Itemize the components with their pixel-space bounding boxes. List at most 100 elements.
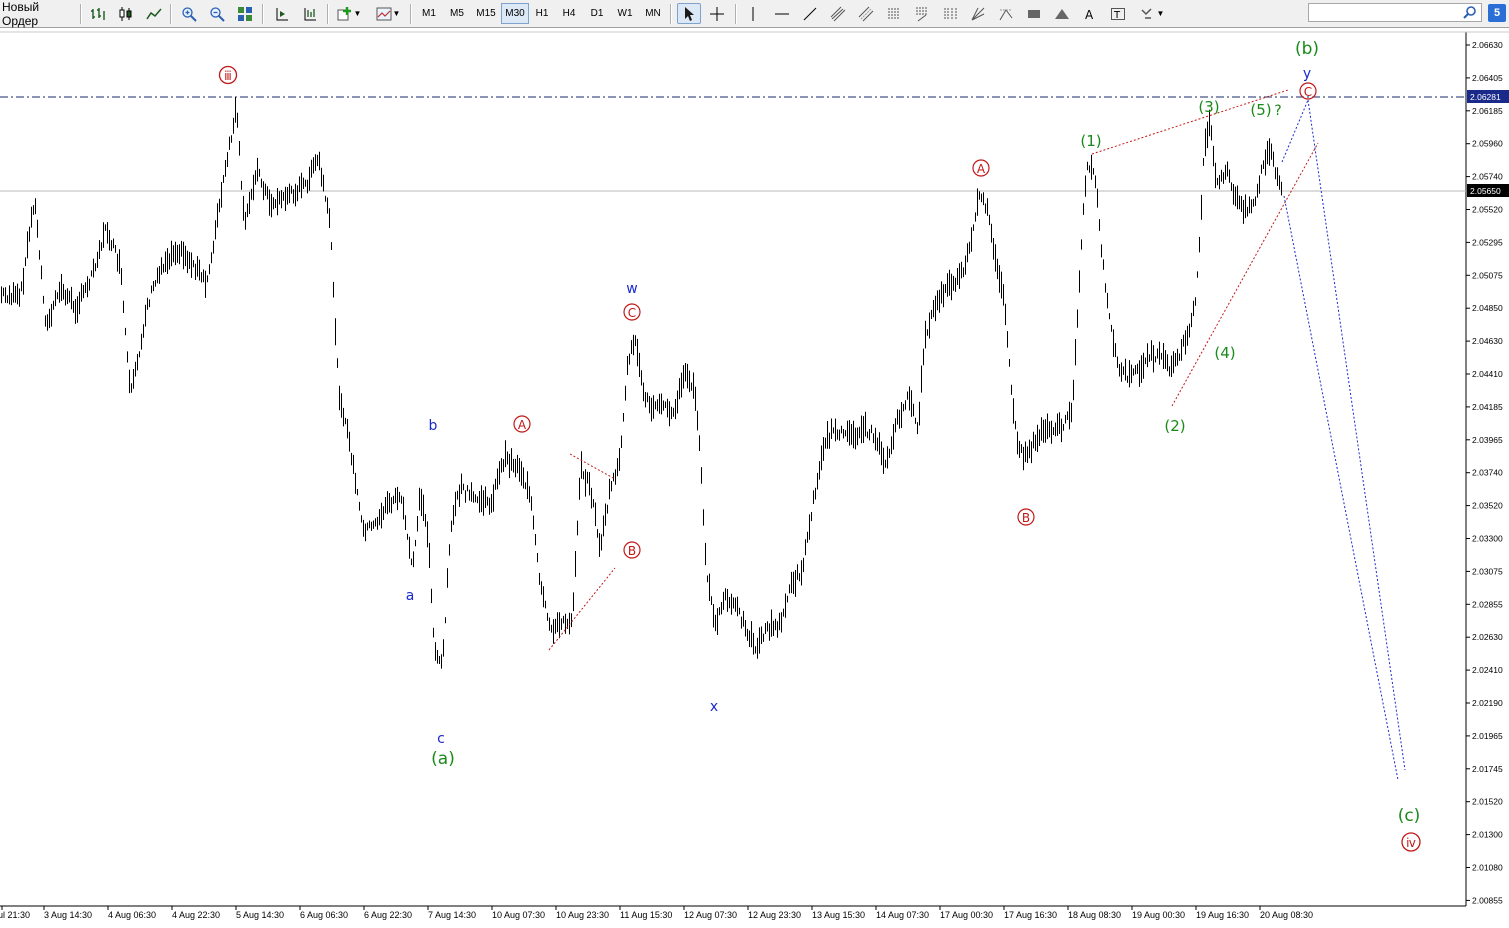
timeframe-h1[interactable]: H1 [529,3,555,24]
fibonacci-retracement-button[interactable] [882,3,906,24]
timeframe-m15[interactable]: M15 [472,3,500,24]
chart-shift-button[interactable] [270,3,294,24]
svg-text:T: T [1113,10,1121,21]
wave-label-c-small[interactable]: c [437,731,445,747]
wave-label-question[interactable]: ? [1274,103,1281,119]
triangle-button[interactable] [1050,3,1074,24]
std-deviation-channel-button[interactable] [854,3,878,24]
wave-label-C2[interactable]: C [1304,85,1312,99]
search-icon[interactable] [1462,5,1478,21]
trendline-button[interactable] [798,3,822,24]
fibonacci-retracement-icon [888,8,900,18]
price-tick-label: 2.05520 [1472,205,1503,215]
wave-label-b-paren[interactable]: (b) [1295,39,1319,59]
text-icon: A [1085,8,1094,22]
price-tick-label: 2.02190 [1472,698,1503,708]
wave-label-4[interactable]: (4) [1214,344,1235,362]
time-tick-label: 19 Aug 00:30 [1132,910,1185,920]
timeframe-w1[interactable]: W1 [612,3,638,24]
fibonacci-timezones-button[interactable] [938,3,962,24]
indicators-button[interactable]: ▼ [334,3,364,24]
timeframe-m5[interactable]: M5 [444,3,470,24]
wave-label-w[interactable]: w [626,281,637,297]
horizontal-line-button[interactable] [770,3,794,24]
text-label-icon: T [1111,7,1125,21]
price-tick-label: 2.03075 [1472,566,1503,576]
arrows-button[interactable]: ▼ [1136,3,1168,24]
fibonacci-expansion-button[interactable] [994,3,1018,24]
main-toolbar: Новый Ордер ▼ ▼ M1 M5 M15 M30 H1 H4 D1 W… [0,0,1509,28]
fibonacci-expansion-icon [999,8,1013,20]
wave-label-iii[interactable]: ⅲ [224,69,232,83]
price-tick-label: 2.02630 [1472,632,1503,642]
cursor-button[interactable] [677,3,701,24]
rectangle-button[interactable] [1022,3,1046,24]
fibonacci-timezones-icon [944,7,957,20]
time-tick-label: 12 Aug 07:30 [684,910,737,920]
wave-label-A1[interactable]: A [518,418,527,432]
wave-label-a-paren[interactable]: (a) [431,749,455,769]
price-tick-label: 2.04630 [1472,336,1503,346]
current-price-value: 2.05650 [1470,186,1501,196]
crosshair-button[interactable] [705,3,729,24]
text-button[interactable]: A [1078,3,1102,24]
line-chart-button[interactable] [142,3,166,24]
wave-label-c-paren[interactable]: (c) [1398,806,1421,826]
time-tick-label: 11 Aug 15:30 [620,910,672,920]
templates-icon [376,7,392,20]
messages-icon[interactable]: 5 [1488,4,1506,22]
bar-chart-button[interactable] [86,3,110,24]
wave-label-A2[interactable]: A [977,162,986,176]
tile-windows-button[interactable] [233,3,257,24]
price-tick-label: 2.05295 [1472,237,1503,247]
search-input[interactable] [1308,3,1482,22]
fibonacci-fan-icon [916,7,928,21]
wave-label-B2[interactable]: B [1022,511,1030,525]
time-tick-label: 4 Aug 22:30 [172,910,220,920]
zoom-out-button[interactable] [205,3,229,24]
wave-label-y[interactable]: y [1303,66,1311,82]
autoscroll-button[interactable] [298,3,322,24]
price-tick-label: 2.03520 [1472,501,1503,511]
time-tick-label: 13 Aug 15:30 [812,910,865,920]
wave-label-5[interactable]: (5) [1250,101,1271,119]
wave-label-3[interactable]: (3) [1198,98,1219,116]
trendline-icon [803,7,817,20]
zoom-in-button[interactable] [177,3,201,24]
zoom-in-icon [182,6,197,22]
wave-label-C1[interactable]: C [628,306,636,320]
wave-label-a-small[interactable]: a [406,588,415,604]
wave-label-2[interactable]: (2) [1164,417,1185,435]
wave-label-1[interactable]: (1) [1080,132,1101,150]
price-tick-label: 2.04185 [1472,402,1503,412]
templates-button[interactable]: ▼ [372,3,404,24]
timeframe-m1[interactable]: M1 [416,3,442,24]
new-order-button[interactable]: Новый Ордер [2,0,76,28]
vertical-line-button[interactable] [741,3,765,24]
wave-label-B1[interactable]: B [628,544,636,558]
fibonacci-arcs-button[interactable] [966,3,990,24]
text-label-button[interactable]: T [1106,3,1130,24]
arrows-icon [1141,7,1152,19]
price-tick-label: 2.03965 [1472,435,1503,445]
fibonacci-fan-button[interactable] [910,3,934,24]
price-tick-label: 2.05075 [1472,270,1503,280]
price-chart[interactable]: 2.06630 2.06405 2.06185 2.05960 2.05740 2.055… [0,28,1509,928]
price-tick-label: 2.02855 [1472,599,1503,609]
current-price-label: 2.05650 [1467,184,1509,197]
wave-label-iv[interactable]: ⅳ [1406,836,1416,850]
wave-label-x[interactable]: x [710,699,718,715]
price-tick-label: 2.00855 [1472,895,1503,905]
equidistant-channel-button[interactable] [826,3,850,24]
time-tick-label: 7 Aug 14:30 [428,910,476,920]
timeframe-mn[interactable]: MN [640,3,666,24]
chart-shift-icon [276,7,288,20]
candlestick-button[interactable] [114,3,138,24]
timeframe-d1[interactable]: D1 [584,3,610,24]
wave-label-b-small[interactable]: b [429,418,438,434]
price-tick-label: 2.04410 [1472,369,1503,379]
resistance-price-label: 2.06281 [1467,90,1509,103]
toolbar-separator [170,4,172,24]
timeframe-h4[interactable]: H4 [556,3,582,24]
timeframe-m30[interactable]: M30 [501,3,529,24]
